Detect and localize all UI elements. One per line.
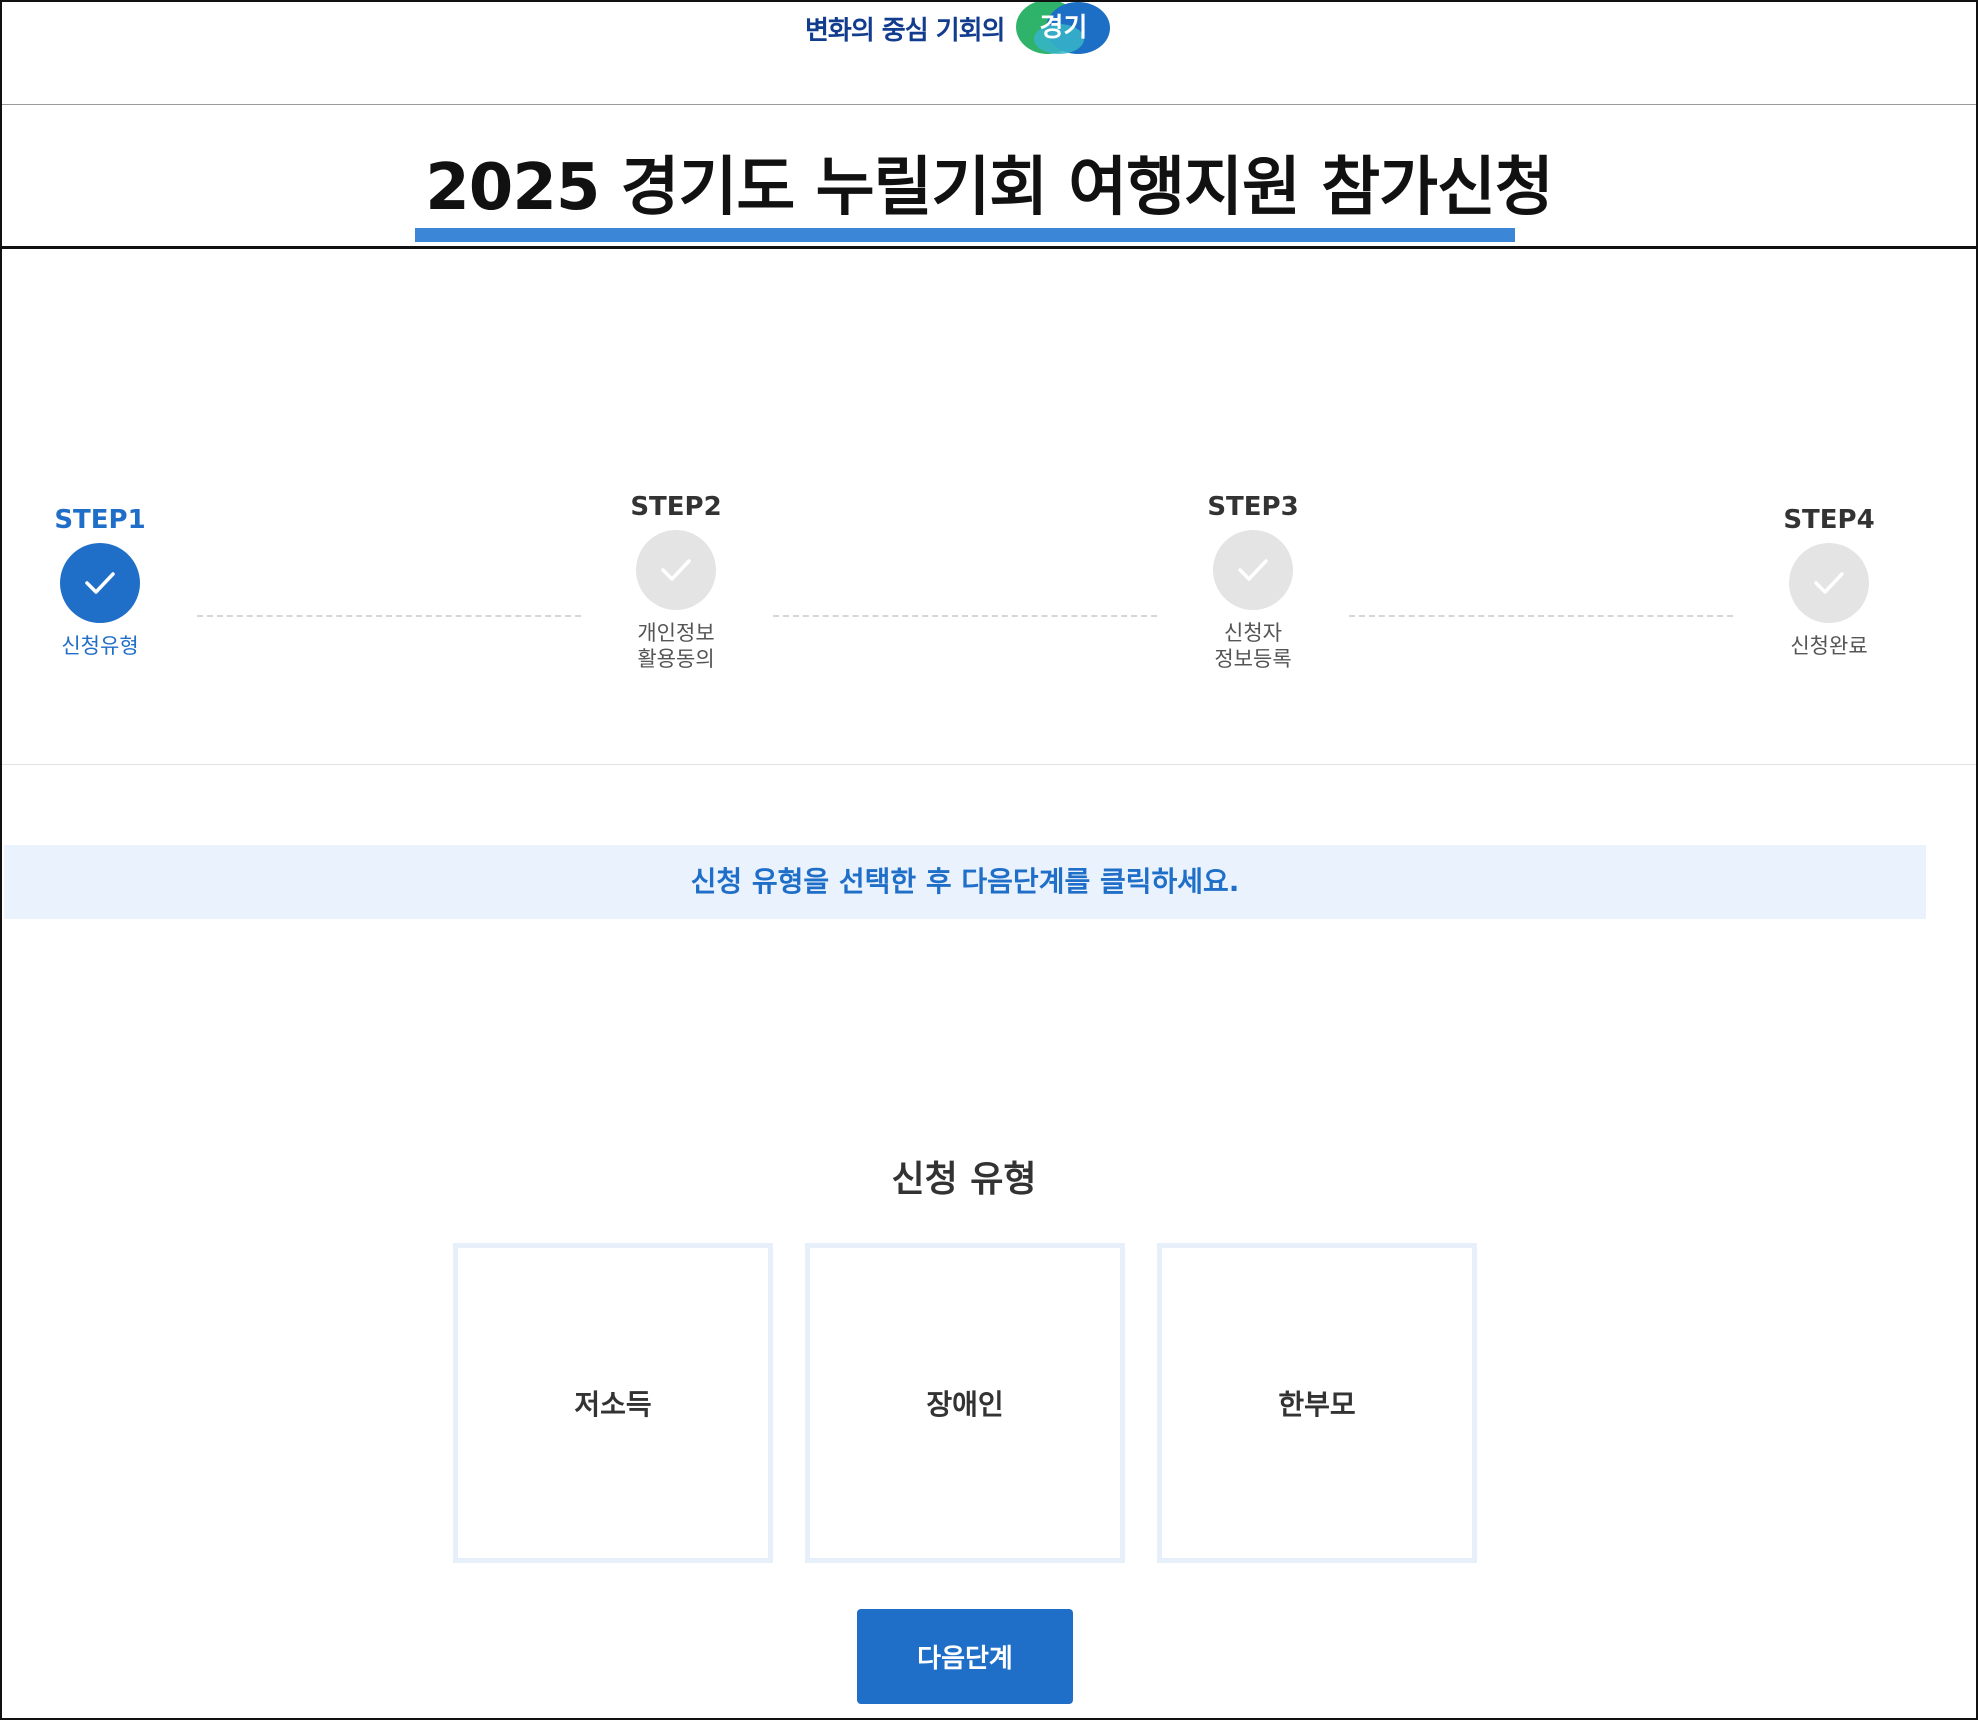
step-connector (1349, 615, 1733, 617)
progress-stepper: STEP1 신청유형 STEP2 개인정보 활용동의 STEP3 신청자 정보등… (0, 250, 1978, 765)
next-step-button[interactable]: 다음단계 (857, 1609, 1073, 1704)
type-option-disabled[interactable]: 장애인 (805, 1243, 1125, 1563)
type-option-label: 한부모 (1278, 1388, 1356, 1421)
instruction-notice: 신청 유형을 선택한 후 다음단계를 클릭하세요. (4, 845, 1926, 919)
gyeonggi-logo[interactable]: 변화의 중심 기회의 경기 (805, 0, 1112, 56)
step-sublabel: 신청자 정보등록 (1214, 621, 1292, 671)
step-label: STEP1 (54, 505, 146, 535)
application-type-title: 신청 유형 (891, 1159, 1037, 1200)
check-icon (636, 530, 716, 610)
type-option-low-income[interactable]: 저소득 (453, 1243, 773, 1563)
logo-badge-text: 경기 (1039, 13, 1088, 43)
step-connector (773, 615, 1157, 617)
logo-badge: 경기 (1016, 0, 1112, 56)
step-label: STEP4 (1783, 505, 1875, 535)
page-title: 2025 경기도 누릴기회 여행지원 참가신청 (425, 151, 1553, 225)
check-icon (1789, 543, 1869, 623)
type-option-label: 저소득 (574, 1388, 652, 1421)
logo-slogan: 변화의 중심 기회의 (805, 15, 1005, 46)
step-label: STEP2 (630, 492, 722, 522)
step-1: STEP1 신청유형 (20, 505, 180, 659)
check-icon (1213, 530, 1293, 610)
type-option-label: 장애인 (926, 1388, 1004, 1421)
type-option-single-parent[interactable]: 한부모 (1157, 1243, 1477, 1563)
step-sublabel: 개인정보 활용동의 (637, 621, 715, 671)
step-2: STEP2 개인정보 활용동의 (596, 492, 756, 672)
step-sublabel: 신청완료 (1790, 634, 1868, 658)
title-bar: 2025 경기도 누릴기회 여행지원 참가신청 (0, 104, 1978, 249)
step-label: STEP3 (1207, 492, 1299, 522)
step-4: STEP4 신청완료 (1749, 505, 1909, 659)
title-underline (415, 228, 1515, 242)
step-sublabel: 신청유형 (61, 634, 139, 658)
site-header: 변화의 중심 기회의 경기 (0, 0, 1978, 105)
step-connector (197, 615, 581, 617)
check-icon (60, 543, 140, 623)
step-3: STEP3 신청자 정보등록 (1173, 492, 1333, 672)
